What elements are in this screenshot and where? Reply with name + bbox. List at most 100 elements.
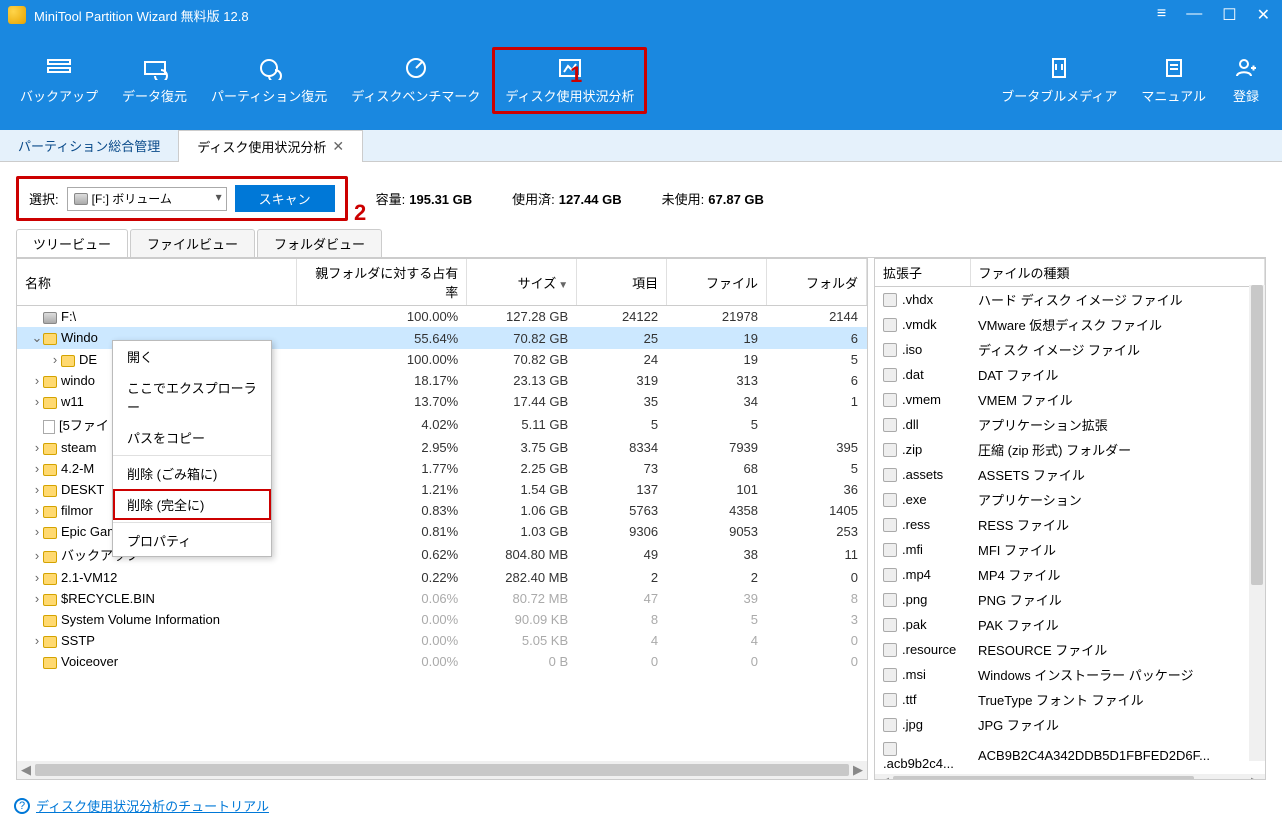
extension-row[interactable]: .resourceRESOURCE ファイル (875, 637, 1265, 662)
row-files: 0 (667, 651, 767, 672)
extension-row[interactable]: .vmdkVMware 仮想ディスク ファイル (875, 312, 1265, 337)
row-ratio: 0.00% (297, 630, 467, 651)
extension-row[interactable]: .mfiMFI ファイル (875, 537, 1265, 562)
row-items: 2 (577, 567, 667, 588)
tree-row[interactable]: System Volume Information0.00%90.09 KB85… (17, 609, 867, 630)
tutorial-link[interactable]: ディスク使用状況分析のチュートリアル (36, 796, 269, 815)
tab-space-analyzer[interactable]: ディスク使用状況分析 ✕ (178, 130, 363, 162)
menu-icon[interactable]: ≡ (1153, 5, 1170, 25)
tree-row[interactable]: ›2.1-VM120.22%282.40 MB220 (17, 567, 867, 588)
expand-caret-icon[interactable]: › (31, 394, 43, 409)
extension-row[interactable]: .vhdxハード ディスク イメージ ファイル (875, 287, 1265, 313)
expand-caret-icon[interactable]: › (31, 633, 43, 648)
tool-data-recovery[interactable]: データ復元 (110, 48, 199, 113)
expand-caret-icon[interactable]: › (31, 570, 43, 585)
tool-partition-recovery[interactable]: パーティション復元 (199, 48, 339, 113)
scrollbar-thumb[interactable] (1251, 285, 1263, 585)
row-ratio: 0.00% (297, 609, 467, 630)
help-icon[interactable]: ? (14, 798, 30, 814)
row-items: 5763 (577, 500, 667, 521)
footer: ? ディスク使用状況分析のチュートリアル (0, 788, 1282, 823)
context-menu-item[interactable]: 削除 (ごみ箱に) (113, 458, 271, 489)
extension-row[interactable]: .jpgJPG ファイル (875, 712, 1265, 737)
tool-benchmark[interactable]: ディスクベンチマーク (339, 48, 492, 113)
row-name: w11 (61, 394, 84, 409)
extension-row[interactable]: .ressRESS ファイル (875, 512, 1265, 537)
extension-row[interactable]: .assetsASSETS ファイル (875, 462, 1265, 487)
row-size: 2.25 GB (467, 458, 577, 479)
context-menu-item[interactable]: プロパティ (113, 525, 271, 556)
row-size: 127.28 GB (467, 306, 577, 328)
col-ratio[interactable]: 親フォルダに対する占有率 (297, 259, 467, 306)
col-extension[interactable]: 拡張子 (875, 259, 970, 287)
expand-caret-icon[interactable]: › (31, 503, 43, 518)
view-tab-file[interactable]: ファイルビュー (130, 229, 255, 257)
extension-row[interactable]: .vmemVMEM ファイル (875, 387, 1265, 412)
tree-row[interactable]: ›SSTP0.00%5.05 KB440 (17, 630, 867, 651)
expand-caret-icon[interactable]: › (31, 482, 43, 497)
tree-row[interactable]: F:\100.00%127.28 GB24122219782144 (17, 306, 867, 328)
maximize-button[interactable]: ☐ (1218, 5, 1240, 25)
extension-row[interactable]: .dllアプリケーション拡張 (875, 412, 1265, 437)
scroll-right-icon[interactable]: ▶ (1247, 774, 1265, 780)
extension-row[interactable]: .msiWindows インストーラー パッケージ (875, 662, 1265, 687)
col-folders[interactable]: フォルダ (767, 259, 867, 306)
expand-caret-icon[interactable]: › (31, 548, 43, 563)
tab-close-icon[interactable]: ✕ (332, 138, 344, 155)
row-folders: 1405 (767, 500, 867, 521)
tab-label: ディスク使用状況分析 (197, 137, 326, 156)
extension-row[interactable]: .zip圧縮 (zip 形式) フォルダー (875, 437, 1265, 462)
vertical-scrollbar[interactable] (1249, 285, 1265, 761)
col-items[interactable]: 項目 (577, 259, 667, 306)
tool-backup[interactable]: バックアップ (8, 48, 110, 113)
context-menu-item[interactable]: ここでエクスプローラー (113, 372, 271, 422)
close-button[interactable]: ✕ (1253, 5, 1274, 25)
scroll-left-icon[interactable]: ◀ (875, 774, 893, 780)
tool-register[interactable]: 登録 (1218, 48, 1274, 113)
row-items: 9306 (577, 521, 667, 542)
extension-row[interactable]: .exeアプリケーション (875, 487, 1265, 512)
folder-icon (43, 594, 57, 606)
expand-caret-icon[interactable]: › (31, 524, 43, 539)
row-name: $RECYCLE.BIN (61, 591, 155, 606)
tool-bootable-media[interactable]: ブータブルメディア (989, 48, 1129, 113)
expand-caret-icon[interactable]: › (49, 352, 61, 367)
expand-caret-icon[interactable]: ⌄ (31, 330, 43, 346)
row-ratio: 0.83% (297, 500, 467, 521)
ext-type: PAK ファイル (970, 612, 1265, 637)
col-files[interactable]: ファイル (667, 259, 767, 306)
extension-row[interactable]: .pakPAK ファイル (875, 612, 1265, 637)
extension-row[interactable]: .mp4MP4 ファイル (875, 562, 1265, 587)
context-menu-item[interactable]: 開く (113, 341, 271, 372)
expand-caret-icon[interactable]: › (31, 440, 43, 455)
horizontal-scrollbar[interactable]: ◀ ▶ (17, 761, 867, 779)
scrollbar-thumb[interactable] (893, 776, 1194, 780)
scan-button[interactable]: スキャン (235, 185, 335, 212)
extension-row[interactable]: .pngPNG ファイル (875, 587, 1265, 612)
col-size[interactable]: サイズ▼ (467, 259, 577, 306)
tree-row[interactable]: Voiceover0.00%0 B000 (17, 651, 867, 672)
tab-partition-manager[interactable]: パーティション総合管理 (0, 130, 178, 161)
tree-row[interactable]: ›$RECYCLE.BIN0.06%80.72 MB47398 (17, 588, 867, 609)
expand-caret-icon[interactable]: › (31, 373, 43, 388)
extension-row[interactable]: .ttfTrueType フォント ファイル (875, 687, 1265, 712)
minimize-button[interactable]: — (1182, 5, 1206, 25)
scroll-left-icon[interactable]: ◀ (17, 762, 35, 778)
col-filetype[interactable]: ファイルの種類 (970, 259, 1265, 287)
col-name[interactable]: 名称 (17, 259, 297, 306)
scrollbar-thumb[interactable] (35, 764, 849, 776)
drive-select[interactable]: [F:] ボリューム ▾ (67, 187, 227, 211)
context-menu-item[interactable]: 削除 (完全に) (113, 489, 271, 520)
view-tab-folder[interactable]: フォルダビュー (257, 229, 382, 257)
horizontal-scrollbar[interactable]: ◀ ▶ (875, 774, 1265, 780)
extension-row[interactable]: .acb9b2c4...ACB9B2C4A342DDB5D1FBFED2D6F.… (875, 737, 1265, 774)
view-tab-tree[interactable]: ツリービュー (16, 229, 128, 257)
row-ratio: 1.77% (297, 458, 467, 479)
extension-row[interactable]: .isoディスク イメージ ファイル (875, 337, 1265, 362)
context-menu-item[interactable]: パスをコピー (113, 422, 271, 453)
tool-manual[interactable]: マニュアル (1129, 48, 1218, 113)
expand-caret-icon[interactable]: › (31, 461, 43, 476)
extension-row[interactable]: .datDAT ファイル (875, 362, 1265, 387)
expand-caret-icon[interactable]: › (31, 591, 43, 606)
scroll-right-icon[interactable]: ▶ (849, 762, 867, 778)
